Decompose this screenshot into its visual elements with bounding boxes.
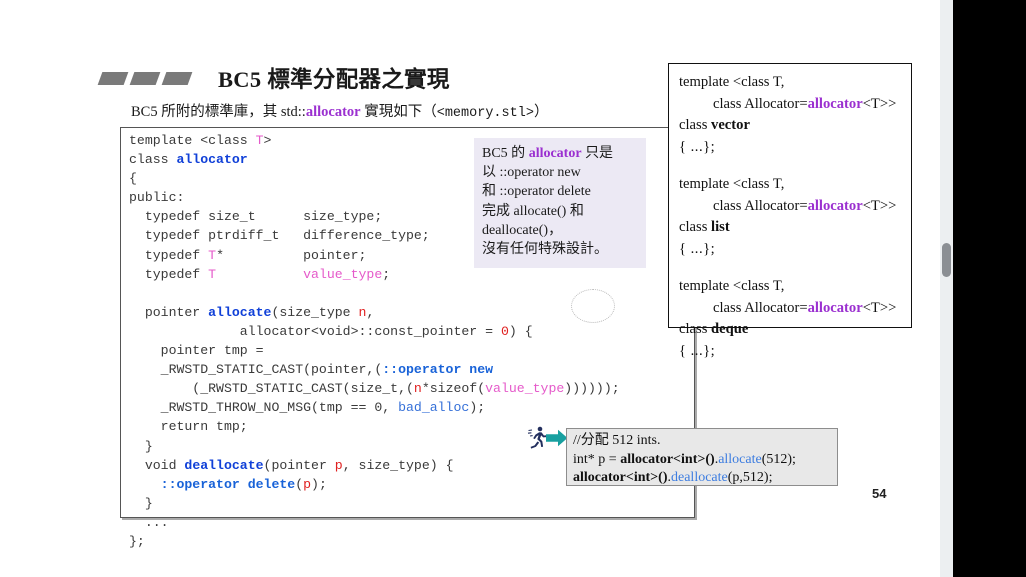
- callout-keyword: allocator: [528, 146, 582, 161]
- tpl-deque-line2: class Allocator=allocator<T>>: [679, 298, 911, 320]
- tpl-vector-alloc-suffix: <T>>: [862, 95, 897, 112]
- example-line-deallocate: allocator<int>().deallocate(p,512);: [573, 469, 837, 488]
- callout-line-4: 完成 allocate() 和: [482, 203, 584, 219]
- template-spacer-2: [679, 260, 911, 276]
- tpl-vector-alloc-prefix: class Allocator=: [713, 95, 808, 112]
- slide-title-row: BC5 標準分配器之實現: [97, 62, 450, 94]
- example-line-allocate: int* p = allocator<int>().allocate(512);: [573, 451, 837, 470]
- slide-subtitle: BC5 所附的標準庫，其 std::allocator 實現如下（<memory…: [131, 100, 548, 121]
- subtitle-keyword: allocator: [305, 104, 361, 120]
- example-line-comment: //分配 512 ints.: [573, 433, 661, 448]
- tpl-deque-alloc-keyword: allocator: [807, 299, 863, 316]
- tpl-deque-line1: template <class T,: [679, 278, 785, 294]
- right-arrow-icon: [546, 429, 568, 447]
- callout-line-3: 和 ::operator delete: [482, 184, 591, 200]
- tpl-vector-alloc-keyword: allocator: [807, 95, 863, 112]
- callout-line-2: 以 ::operator new: [482, 165, 581, 181]
- tpl-deque-alloc-prefix: class Allocator=: [713, 299, 808, 316]
- subtitle-header-file: <memory.stl>: [436, 106, 534, 121]
- window-background: [953, 0, 1026, 577]
- callout-line-6: 沒有任何特殊設計。: [482, 242, 608, 258]
- tpl-list-line3: class list: [679, 217, 911, 239]
- tpl-list-line4: { ...};: [679, 240, 716, 257]
- callout-line-5: deallocate()，: [482, 222, 563, 238]
- example-dealloc-args: (p,512);: [727, 470, 773, 486]
- vertical-scrollbar[interactable]: [940, 0, 953, 577]
- tpl-vector-class-name: vector: [711, 117, 750, 133]
- explanation-callout: BC5 的 allocator 只是 以 ::operator new 和 ::…: [474, 138, 646, 268]
- tpl-deque-alloc-suffix: <T>>: [862, 299, 897, 316]
- example-alloc-args: (512);: [761, 451, 796, 467]
- tpl-deque-line4: { ...};: [679, 342, 716, 359]
- subtitle-suffix: ）: [533, 104, 549, 120]
- tpl-list-class-name: list: [711, 219, 730, 235]
- subtitle-prefix: BC5 所附的標準庫，其 std::: [131, 104, 306, 120]
- template-entry-vector: template <class T, class Allocator=alloc…: [679, 72, 911, 158]
- title-bullet-icon-1: [97, 71, 129, 85]
- page-title: BC5 標準分配器之實現: [218, 67, 450, 92]
- subtitle-middle: 實現如下（: [360, 104, 437, 120]
- tpl-list-alloc-keyword: allocator: [807, 197, 863, 214]
- title-bullet-icon-2: [129, 71, 161, 85]
- default-argument-highlight-circle: [571, 289, 615, 323]
- example-alloc-method: allocate: [718, 451, 762, 467]
- usage-example-panel: //分配 512 ints. int* p = allocator<int>()…: [566, 428, 838, 486]
- title-bullet-icon-3: [161, 71, 193, 85]
- example-dealloc-object: allocator<int>(): [573, 470, 668, 486]
- tpl-list-alloc-prefix: class Allocator=: [713, 197, 808, 214]
- template-entry-deque: template <class T, class Allocator=alloc…: [679, 276, 911, 362]
- tpl-vector-line1: template <class T,: [679, 74, 785, 90]
- tpl-vector-line3: class vector: [679, 115, 911, 137]
- callout-line-1-suffix: 只是: [581, 146, 614, 161]
- tpl-vector-line4: { ...};: [679, 138, 716, 155]
- tpl-list-alloc-suffix: <T>>: [862, 197, 897, 214]
- tpl-list-class-kw: class: [679, 219, 712, 235]
- tpl-deque-class-name: deque: [711, 321, 749, 337]
- tpl-deque-line3: class deque: [679, 319, 911, 341]
- stl-container-templates-panel: template <class T, class Allocator=alloc…: [668, 63, 912, 359]
- tpl-deque-class-kw: class: [679, 321, 712, 337]
- tpl-vector-class-kw: class: [679, 117, 712, 133]
- template-entry-list: template <class T, class Allocator=alloc…: [679, 174, 911, 260]
- example-alloc-object: allocator<int>(): [620, 451, 715, 467]
- page-number: 54: [872, 486, 887, 501]
- example-dealloc-method: deallocate: [671, 470, 728, 486]
- scrollbar-thumb[interactable]: [942, 243, 951, 277]
- callout-line-1-prefix: BC5 的: [482, 146, 529, 161]
- tpl-list-line1: template <class T,: [679, 176, 785, 192]
- tpl-vector-line2: class Allocator=allocator<T>>: [679, 94, 911, 116]
- template-spacer-1: [679, 158, 911, 174]
- example-alloc-decl: int* p =: [573, 451, 621, 467]
- tpl-list-line2: class Allocator=allocator<T>>: [679, 196, 911, 218]
- slide-viewport: BC5 標準分配器之實現 BC5 所附的標準庫，其 std::allocator…: [0, 0, 940, 577]
